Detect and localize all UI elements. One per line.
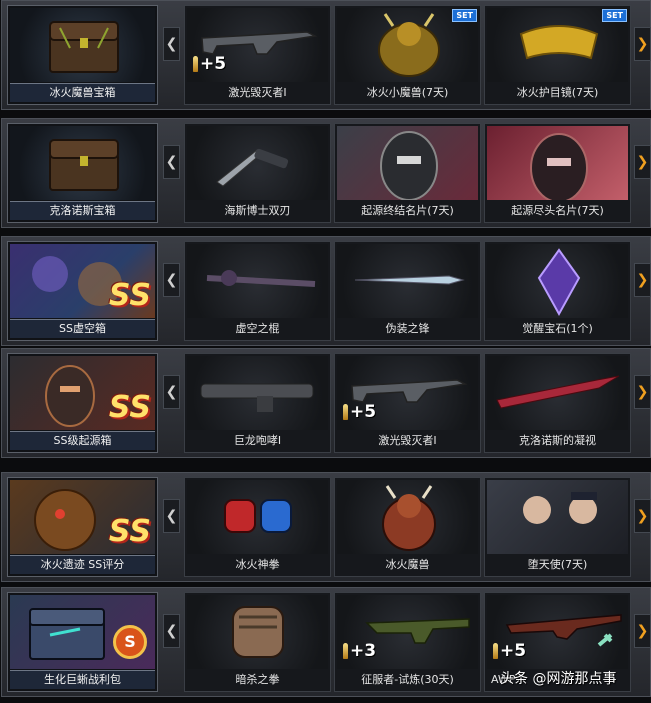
gauntlets-image bbox=[187, 480, 328, 554]
name-card-image bbox=[337, 126, 478, 200]
reward-item[interactable]: 海斯博士双刃 bbox=[184, 123, 331, 223]
s-badge: S bbox=[113, 625, 147, 659]
ss-badge: SS bbox=[108, 278, 151, 313]
treasure-box[interactable]: SS SS虚空箱 bbox=[7, 241, 158, 341]
item-label: 冰火神拳 bbox=[235, 558, 280, 571]
box-label: SS级起源箱 bbox=[10, 431, 155, 450]
reward-row-4: SS SS级起源箱 ❮ 巨龙咆哮Ⅰ +5 激光毁灭者Ⅰ 克洛诺斯的凝视 ❯ bbox=[1, 348, 651, 458]
next-arrow-button[interactable]: ❯ bbox=[634, 145, 651, 179]
prev-arrow-button[interactable]: ❮ bbox=[163, 263, 180, 297]
blade-image bbox=[337, 244, 478, 318]
next-arrow-button[interactable]: ❯ bbox=[634, 263, 651, 297]
item-label: 暗杀之拳 bbox=[235, 673, 280, 686]
item-label: 冰火小魔兽(7天) bbox=[366, 86, 449, 99]
reward-item[interactable]: 克洛诺斯的凝视 bbox=[484, 353, 631, 453]
prev-arrow-button[interactable]: ❮ bbox=[163, 375, 180, 409]
reward-item[interactable]: SET 冰火小魔兽(7天) bbox=[334, 5, 481, 105]
reward-row-5: SS 冰火遗迹 SS评分 ❮ 冰火神拳 冰火魔兽 堕天使(7天) ❯ bbox=[1, 472, 651, 582]
item-label: 激光毁灭者Ⅰ bbox=[228, 86, 287, 99]
item-label: 堕天使(7天) bbox=[527, 558, 588, 571]
treasure-box[interactable]: SS SS级起源箱 bbox=[7, 353, 158, 453]
bullet-icon bbox=[343, 404, 348, 420]
glove-image bbox=[187, 595, 328, 669]
character-image bbox=[487, 480, 628, 554]
prev-arrow-button[interactable]: ❮ bbox=[163, 614, 180, 648]
chest-image bbox=[10, 8, 155, 82]
quantity-badge: +3 bbox=[343, 641, 376, 661]
beast-figure-image bbox=[337, 480, 478, 554]
next-arrow-button[interactable]: ❯ bbox=[634, 375, 651, 409]
treasure-box[interactable]: 冰火魔兽宝箱 bbox=[7, 5, 158, 105]
reward-item[interactable]: 堕天使(7天) bbox=[484, 477, 631, 577]
chest-image bbox=[10, 126, 155, 200]
reward-item[interactable]: 冰火魔兽 bbox=[334, 477, 481, 577]
next-arrow-button[interactable]: ❯ bbox=[634, 499, 651, 533]
treasure-box[interactable]: SS 冰火遗迹 SS评分 bbox=[7, 477, 158, 577]
name-card-image bbox=[487, 126, 628, 200]
reward-row-2: 克洛诺斯宝箱 ❮ 海斯博士双刃 起源终结名片(7天) 起源尽头名片(7天) ❯ bbox=[1, 118, 651, 228]
dual-blade-image bbox=[187, 126, 328, 200]
treasure-box[interactable]: 克洛诺斯宝箱 bbox=[7, 123, 158, 223]
reward-row-3: SS SS虚空箱 ❮ 虚空之棍 伪装之锋 觉醒宝石(1个) ❯ bbox=[1, 236, 651, 346]
reward-item[interactable]: 起源尽头名片(7天) bbox=[484, 123, 631, 223]
item-label: 虚空之棍 bbox=[235, 322, 280, 335]
next-arrow-button[interactable]: ❯ bbox=[634, 27, 651, 61]
ss-badge: SS bbox=[108, 514, 151, 549]
gem-image bbox=[487, 244, 628, 318]
item-label: 觉醒宝石(1个) bbox=[522, 322, 593, 335]
reward-item[interactable]: 暗杀之拳 bbox=[184, 592, 331, 692]
next-arrow-button[interactable]: ❯ bbox=[634, 614, 651, 648]
prev-arrow-button[interactable]: ❮ bbox=[163, 27, 180, 61]
item-label: 冰火护目镜(7天) bbox=[516, 86, 599, 99]
bullet-icon bbox=[193, 56, 198, 72]
bullet-icon bbox=[493, 643, 498, 659]
ss-badge: SS bbox=[108, 390, 151, 425]
treasure-box[interactable]: S 生化巨蜥战利包 bbox=[7, 592, 158, 692]
reward-item[interactable]: +5 激光毁灭者Ⅰ bbox=[334, 353, 481, 453]
reward-item[interactable]: +3 征服者-试炼(30天) bbox=[334, 592, 481, 692]
prev-arrow-button[interactable]: ❮ bbox=[163, 499, 180, 533]
reward-item[interactable]: +5 激光毁灭者Ⅰ bbox=[184, 5, 331, 105]
item-label: 起源终结名片(7天) bbox=[361, 204, 454, 217]
box-label: 生化巨蜥战利包 bbox=[10, 670, 155, 689]
box-label: 冰火遗迹 SS评分 bbox=[10, 555, 155, 574]
quantity-badge: +5 bbox=[193, 54, 226, 74]
reward-row-1: 冰火魔兽宝箱 ❮ +5 激光毁灭者Ⅰ SET 冰火小魔兽(7天) SET 冰火护… bbox=[1, 0, 651, 110]
prev-arrow-button[interactable]: ❮ bbox=[163, 145, 180, 179]
item-label: 海斯博士双刃 bbox=[224, 204, 291, 217]
item-label: 巨龙咆哮Ⅰ bbox=[233, 434, 282, 447]
reward-item[interactable]: 伪装之锋 bbox=[334, 241, 481, 341]
item-label: 冰火魔兽 bbox=[385, 558, 430, 571]
item-label: 起源尽头名片(7天) bbox=[511, 204, 604, 217]
watermark: 头条 @网游那点事 bbox=[500, 671, 617, 687]
quantity-badge: +5 bbox=[343, 402, 376, 422]
bullet-icon bbox=[343, 643, 348, 659]
reward-item[interactable]: 虚空之棍 bbox=[184, 241, 331, 341]
item-label: 征服者-试炼(30天) bbox=[361, 673, 454, 686]
box-label: SS虚空箱 bbox=[10, 319, 155, 338]
box-label: 克洛诺斯宝箱 bbox=[10, 201, 155, 220]
set-badge: SET bbox=[452, 9, 477, 22]
reward-item[interactable]: 冰火神拳 bbox=[184, 477, 331, 577]
item-label: 激光毁灭者Ⅰ bbox=[378, 434, 437, 447]
staff-image bbox=[187, 244, 328, 318]
item-label: 克洛诺斯的凝视 bbox=[519, 434, 596, 447]
reward-item[interactable]: 觉醒宝石(1个) bbox=[484, 241, 631, 341]
reward-item[interactable]: 起源终结名片(7天) bbox=[334, 123, 481, 223]
set-badge: SET bbox=[602, 9, 627, 22]
item-label: 伪装之锋 bbox=[385, 322, 430, 335]
gatling-image bbox=[187, 356, 328, 430]
box-label: 冰火魔兽宝箱 bbox=[10, 83, 155, 102]
reward-item[interactable]: SET 冰火护目镜(7天) bbox=[484, 5, 631, 105]
sword-image bbox=[487, 356, 628, 430]
reward-item[interactable]: 巨龙咆哮Ⅰ bbox=[184, 353, 331, 453]
quantity-badge: +5 bbox=[493, 641, 526, 661]
